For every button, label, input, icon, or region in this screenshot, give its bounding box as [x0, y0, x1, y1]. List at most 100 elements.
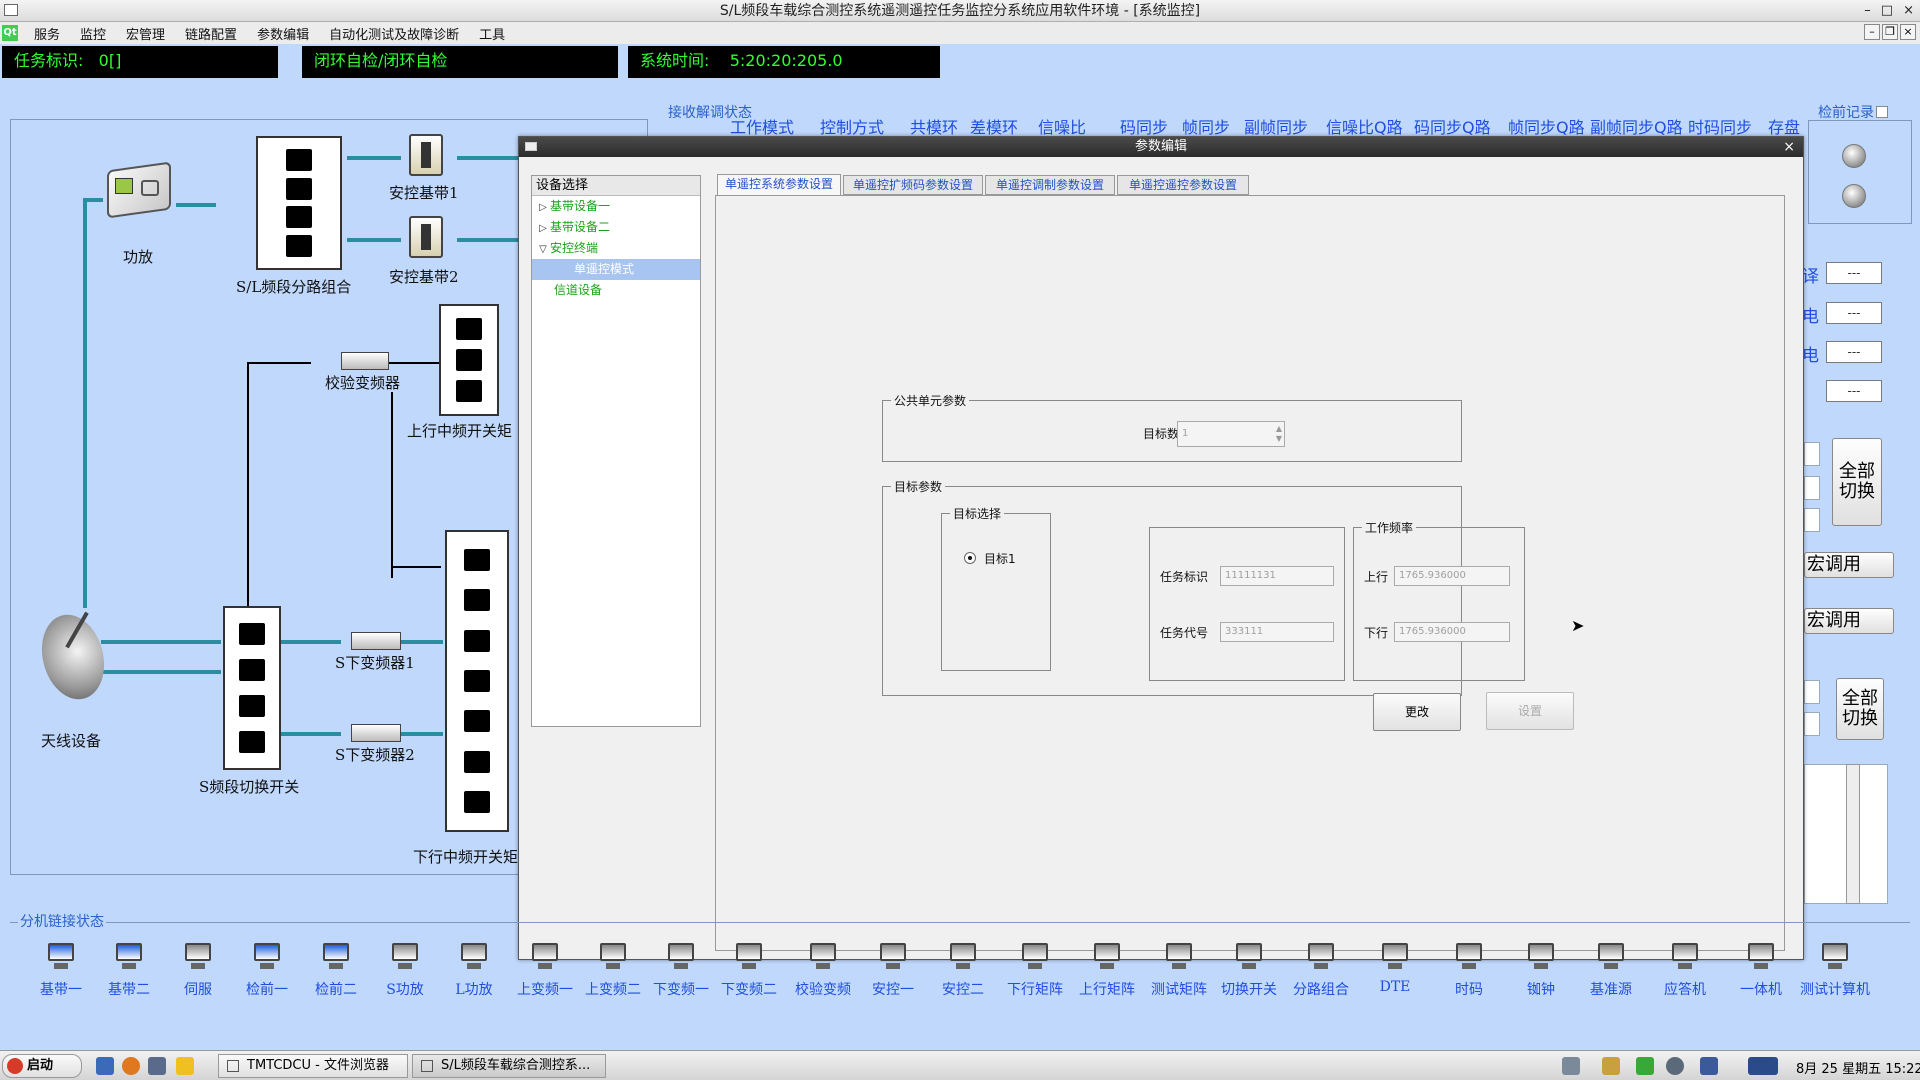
- converter-icon[interactable]: [341, 352, 389, 370]
- close-icon[interactable]: ×: [1903, 0, 1914, 22]
- task-id-field: 11111131: [1220, 566, 1334, 586]
- s-band-switch-box[interactable]: [223, 606, 281, 770]
- teal-connector: [176, 203, 216, 207]
- device-2[interactable]: 基带二: [94, 941, 164, 999]
- maximize-icon[interactable]: □: [1881, 0, 1893, 22]
- tree-item-single-tc-mode[interactable]: 单遥控模式: [532, 259, 700, 280]
- pre-record-checkbox[interactable]: [1876, 106, 1888, 118]
- mdi-minimize-icon[interactable]: –: [1864, 24, 1880, 40]
- device-name: 检前二: [315, 982, 357, 998]
- macro-call-button[interactable]: 宏调用: [1804, 608, 1894, 634]
- col-code-sync-q: 码同步Q路: [1414, 118, 1491, 137]
- device-26[interactable]: 测试计算机: [1800, 941, 1870, 999]
- tree-item-channel-device[interactable]: 信道设备: [532, 280, 700, 301]
- antenna-dish-icon[interactable]: [32, 604, 114, 712]
- device-17[interactable]: 测试矩阵: [1144, 941, 1214, 999]
- device-11[interactable]: 下变频二: [714, 941, 784, 999]
- converter-icon[interactable]: [351, 724, 401, 742]
- editor-icon[interactable]: [176, 1057, 194, 1075]
- mdi-restore-icon[interactable]: ❐: [1882, 24, 1898, 40]
- device-25[interactable]: 一体机: [1726, 941, 1796, 999]
- dialog-close-icon[interactable]: ×: [1783, 137, 1795, 157]
- computer-icon[interactable]: [148, 1057, 166, 1075]
- device-20[interactable]: DTE: [1360, 941, 1430, 995]
- all-switch-button[interactable]: 全部 切换: [1836, 678, 1884, 740]
- device-1[interactable]: 基带一: [26, 941, 96, 999]
- tree-item-safety-terminal[interactable]: ▽ 安控终端: [532, 238, 700, 259]
- log-scrollbar[interactable]: [1846, 764, 1860, 904]
- device-22[interactable]: 铷钟: [1506, 941, 1576, 999]
- device-7[interactable]: L功放: [439, 941, 509, 999]
- expand-icon[interactable]: ▷: [536, 197, 550, 218]
- sl-splitter-label: S/L频段分路组合: [236, 278, 352, 296]
- device-10[interactable]: 下变频一: [646, 941, 716, 999]
- device-3[interactable]: 伺服: [163, 941, 233, 999]
- s-down1-label: S下变频器1: [335, 654, 415, 672]
- down-if-matrix-box[interactable]: [445, 530, 509, 832]
- tab-telecontrol-params[interactable]: 单遥控遥控参数设置: [1117, 175, 1249, 195]
- collapse-icon[interactable]: ▽: [536, 239, 550, 260]
- menu-auto-test[interactable]: 自动化测试及故障诊断: [319, 24, 469, 43]
- tab-modulation-params[interactable]: 单遥控调制参数设置: [985, 175, 1115, 195]
- network-icon[interactable]: [1562, 1057, 1580, 1075]
- tray-app-icon[interactable]: [1602, 1057, 1620, 1075]
- baseband-icon[interactable]: [409, 134, 443, 176]
- browser-icon[interactable]: [122, 1057, 140, 1075]
- device-16[interactable]: 上行矩阵: [1072, 941, 1142, 999]
- minimize-icon[interactable]: –: [1864, 0, 1871, 22]
- mini-box[interactable]: [1804, 476, 1820, 500]
- expand-icon[interactable]: ▷: [536, 218, 550, 239]
- tab-system-params[interactable]: 单遥控系统参数设置: [717, 174, 841, 196]
- desktop-switch-icon[interactable]: [1748, 1057, 1778, 1075]
- device-23[interactable]: 基准源: [1576, 941, 1646, 999]
- tray-status-icon[interactable]: [1636, 1057, 1654, 1075]
- set-button[interactable]: 设置: [1486, 692, 1574, 730]
- task-file-browser[interactable]: TMTCDCU - 文件浏览器: [218, 1054, 408, 1078]
- target-count-label: 目标数: [1143, 427, 1180, 441]
- device-15[interactable]: 下行矩阵: [1000, 941, 1070, 999]
- task-main-app[interactable]: S/L频段车载综合测控系...: [412, 1054, 606, 1078]
- col-frame-sync-q: 帧同步Q路: [1508, 118, 1585, 137]
- device-13[interactable]: 安控一: [858, 941, 928, 999]
- all-switch-button[interactable]: 全部 切换: [1832, 438, 1882, 526]
- device-4[interactable]: 检前一: [232, 941, 302, 999]
- menu-tools[interactable]: 工具: [469, 24, 515, 43]
- menu-monitor[interactable]: 监控: [70, 24, 116, 43]
- device-14[interactable]: 安控二: [928, 941, 998, 999]
- mini-box[interactable]: [1804, 712, 1820, 736]
- device-24[interactable]: 应答机: [1650, 941, 1720, 999]
- device-18[interactable]: 切换开关: [1214, 941, 1284, 999]
- start-button[interactable]: 启动: [2, 1054, 82, 1078]
- mini-box[interactable]: [1804, 442, 1820, 466]
- device-8[interactable]: 上变频一: [510, 941, 580, 999]
- device-5[interactable]: 检前二: [301, 941, 371, 999]
- mini-box[interactable]: [1804, 680, 1820, 704]
- menu-link-config[interactable]: 链路配置: [175, 24, 247, 43]
- target1-radio[interactable]: [964, 552, 976, 564]
- mdi-close-icon[interactable]: ×: [1900, 24, 1916, 40]
- modify-button[interactable]: 更改: [1373, 693, 1461, 731]
- sl-splitter-box[interactable]: [256, 136, 342, 270]
- converter-icon[interactable]: [351, 632, 401, 650]
- baseband-icon[interactable]: [409, 216, 443, 258]
- macro-call-button[interactable]: 宏调用: [1804, 552, 1894, 578]
- power-amp-icon[interactable]: [99, 160, 177, 230]
- device-19[interactable]: 分路组合: [1286, 941, 1356, 999]
- up-if-matrix-box[interactable]: [439, 304, 499, 416]
- tree-item-baseband1[interactable]: ▷ 基带设备一: [532, 196, 700, 217]
- device-21[interactable]: 时码: [1434, 941, 1504, 999]
- menu-service[interactable]: 服务: [24, 24, 70, 43]
- menu-macro[interactable]: 宏管理: [116, 24, 175, 43]
- volume-icon[interactable]: [1666, 1057, 1684, 1075]
- mini-box[interactable]: [1804, 508, 1820, 532]
- folder-icon[interactable]: [96, 1057, 114, 1075]
- device-name: 下变频二: [721, 982, 777, 998]
- device-12[interactable]: 校验变频: [788, 941, 858, 999]
- menu-param-edit[interactable]: 参数编辑: [247, 24, 319, 43]
- computer-icon: [946, 941, 980, 971]
- display-icon[interactable]: [1700, 1057, 1718, 1075]
- tab-spread-code-params[interactable]: 单遥控扩频码参数设置: [843, 175, 983, 195]
- device-6[interactable]: S功放: [370, 941, 440, 999]
- tree-item-baseband2[interactable]: ▷ 基带设备二: [532, 217, 700, 238]
- device-9[interactable]: 上变频二: [578, 941, 648, 999]
